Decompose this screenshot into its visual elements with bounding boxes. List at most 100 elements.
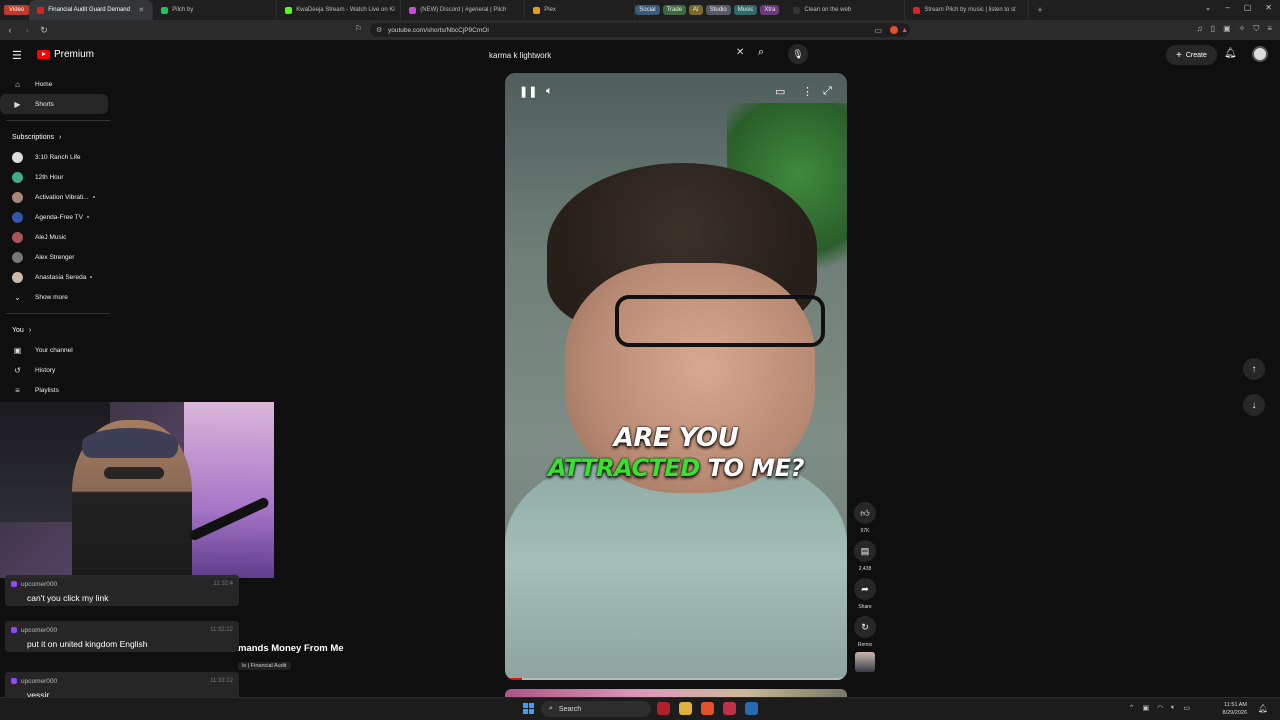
subscription-item[interactable]: AleJ Music (0, 227, 108, 247)
background-video-channel: le | Financial Audit (238, 662, 291, 670)
notification-center-icon[interactable]: 🔔︎ (1258, 704, 1268, 713)
more-options-icon[interactable]: ⋮ (802, 85, 813, 98)
like-button[interactable]: 👍︎ (854, 502, 876, 524)
sidebar-icon[interactable]: ▯ (1211, 24, 1215, 34)
tab-group-xtra[interactable]: Xtra (760, 5, 780, 15)
music-icon[interactable]: ♫ (1197, 24, 1203, 34)
guide-menu-icon[interactable]: ☰ (12, 49, 22, 62)
chat-text: can't you click my link (27, 593, 109, 603)
you-header[interactable]: You › (0, 320, 118, 340)
tab-group-social[interactable]: Social (635, 5, 660, 15)
shorts-player[interactable]: ARE YOU ATTRACTED TO ME? ❚❚ 🔈︎ ▭ ⋮ ⤢ (505, 73, 847, 680)
create-button[interactable]: + Create (1166, 45, 1217, 65)
pause-icon[interactable]: ❚❚ (519, 85, 537, 98)
rewards-icon[interactable]: ▲ (901, 27, 908, 34)
browser-tab[interactable]: Financial Audit Guard Demand ✕ (29, 0, 154, 20)
browser-tab[interactable]: Clean on the web (785, 0, 906, 20)
channel-avatar (12, 251, 23, 263)
reload-icon[interactable]: ↻ (37, 25, 51, 36)
captions-icon[interactable]: ▭ (775, 85, 785, 98)
browser-tab[interactable]: Plex (525, 0, 636, 20)
volume-tray-icon[interactable]: 🔈︎ (1171, 704, 1175, 712)
browser-tab[interactable]: (NEW) Discord | #general | Pilch (401, 0, 526, 20)
brave-shield-icon[interactable] (890, 26, 898, 34)
tab-group-ai[interactable]: AI (689, 5, 703, 15)
tab-group-trade[interactable]: Trade (662, 5, 687, 15)
notifications-icon[interactable]: 🔔︎ (1224, 48, 1237, 59)
minimize-icon[interactable]: – (1225, 3, 1229, 12)
subscription-item[interactable]: Activation Vibrati... (0, 187, 108, 207)
channel-name: 3:10 Ranch Life (35, 153, 81, 161)
back-icon[interactable]: ‹ (3, 25, 17, 35)
browser-tab[interactable]: Stream Pilch by music | listen to st (905, 0, 1030, 20)
windows-start-icon[interactable] (523, 703, 534, 714)
sidebar-item-playlists[interactable]: ≡ Playlists (0, 380, 108, 400)
file-explorer-icon[interactable] (679, 702, 692, 715)
menu-icon[interactable]: ≡ (1267, 24, 1272, 34)
shield-icon[interactable]: ⛉ (1253, 24, 1259, 34)
volume-icon[interactable]: 🔈︎ (546, 85, 553, 98)
account-avatar[interactable] (1252, 46, 1268, 62)
chat-user-row: upcomer000 11:32:22 (11, 624, 233, 636)
comment-count: 2,438 (858, 566, 872, 572)
tab-group-studio[interactable]: Studio (705, 5, 731, 15)
bookmark-icon[interactable]: ⚐ (355, 24, 362, 33)
subscription-item[interactable]: Anastasia Sereda (0, 267, 108, 287)
tray-chevron-icon[interactable]: ⌃ (1129, 704, 1135, 712)
sidebar-item-label: Playlists (35, 386, 59, 394)
wifi-icon[interactable]: ◠ (1157, 704, 1163, 712)
remix-button[interactable]: ↻ (854, 616, 876, 638)
subscription-item[interactable]: Alex Strenger (0, 247, 108, 267)
subscriptions-header[interactable]: Subscriptions › (0, 127, 118, 147)
youtube-premium-logo[interactable]: Premium (37, 49, 94, 60)
plus-icon: + (1176, 49, 1182, 61)
channel-icon: ▣ (13, 345, 22, 355)
brave-browser-icon[interactable] (701, 702, 714, 715)
browser-tab[interactable]: Pilch by (153, 0, 278, 20)
restore-icon[interactable]: ▢ (1244, 3, 1252, 12)
sidebar-item-history[interactable]: ↺ History (0, 360, 108, 380)
comments-button[interactable]: ▤ (854, 540, 876, 562)
tray-app-icon[interactable]: ▣ (1142, 704, 1149, 712)
voice-search-icon[interactable]: 🎙︎ (788, 44, 808, 64)
media-app-icon[interactable] (723, 702, 736, 715)
tab-group-music[interactable]: Music (733, 5, 758, 15)
sidebar-item-home[interactable]: ⌂ Home (0, 74, 108, 94)
clear-search-icon[interactable]: ✕ (736, 47, 744, 58)
lightning-app-icon[interactable] (657, 702, 670, 715)
sidebar-item-your-channel[interactable]: ▣ Your channel (0, 340, 108, 360)
battery-icon[interactable]: ▭ (1183, 704, 1190, 712)
site-info-icon[interactable]: ⚙ (376, 26, 382, 34)
close-window-icon[interactable]: ✕ (1265, 3, 1272, 12)
channel-thumbnail[interactable] (855, 652, 875, 672)
taskbar-search[interactable]: ⌕ Search (541, 701, 651, 717)
subscription-item[interactable]: 12th Hour (0, 167, 108, 187)
progress-bar[interactable] (505, 678, 847, 680)
cast-icon[interactable]: ▭ (874, 26, 882, 35)
forward-icon[interactable]: › (20, 25, 34, 35)
channel-name: Anastasia Sereda (35, 273, 87, 281)
wallet-icon[interactable]: ▣ (1223, 24, 1231, 34)
subscription-item[interactable]: Agenda-Free TV (0, 207, 108, 227)
extensions-icon[interactable]: ✧ (1239, 24, 1246, 34)
video-chip[interactable]: Video (4, 5, 30, 15)
steam-icon[interactable] (745, 702, 758, 715)
arrow-down-icon: ↓ (1251, 399, 1257, 411)
taskbar-clock[interactable]: 11:51 AM 8/29/2026 (1223, 701, 1247, 717)
sidebar-item-shorts[interactable]: ▶ Shorts (0, 94, 108, 114)
url-field[interactable]: ⚙ youtube.com/shorts/NbcCjP9CmOl ▭ ▲ (370, 23, 910, 37)
tab-groups: Social Trade AI Studio Music Xtra (635, 5, 780, 15)
search-icon[interactable]: ⌕ (758, 46, 764, 59)
share-button[interactable]: ➦ (854, 578, 876, 600)
tab-search-icon[interactable]: ⌄ (1205, 3, 1212, 12)
show-more-button[interactable]: ⌄ Show more (0, 287, 108, 307)
previous-short-button[interactable]: ↑ (1243, 358, 1265, 380)
next-short-button[interactable]: ↓ (1243, 394, 1265, 416)
subscription-item[interactable]: 3:10 Ranch Life (0, 147, 108, 167)
browser-tab[interactable]: KwaDeeja Stream - Watch Live on Ki (277, 0, 402, 20)
fullscreen-icon[interactable]: ⤢ (823, 85, 832, 98)
new-tab-icon[interactable]: + (1037, 5, 1042, 15)
thumbs-up-icon: 👍︎ (860, 507, 870, 518)
next-short-preview[interactable] (505, 689, 847, 697)
close-tab-icon[interactable]: ✕ (138, 6, 144, 14)
